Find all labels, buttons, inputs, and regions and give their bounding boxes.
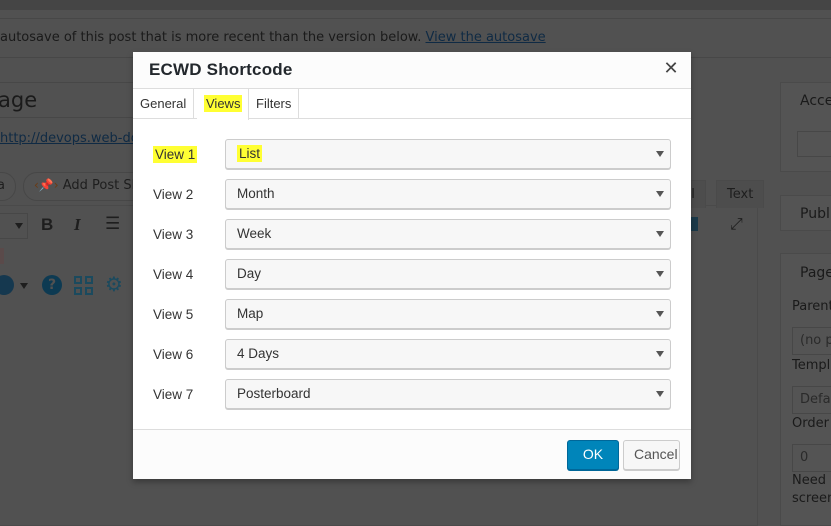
order-input[interactable]: 0 [792, 444, 831, 472]
view-select-value: Week [237, 226, 272, 241]
view-label: View 1 [153, 146, 198, 163]
view-select-value: List [237, 145, 263, 162]
bulleted-list-icon[interactable]: ☰ [105, 214, 120, 234]
add-media-button[interactable]: a [0, 172, 16, 201]
dialog-tabs: General Views Filters [133, 89, 691, 120]
sidebar-box-page-title: Page [800, 265, 831, 281]
add-media-label: a [0, 178, 5, 193]
view-autosave-link[interactable]: View the autosave [426, 30, 546, 45]
chevron-down-icon [656, 391, 664, 397]
cancel-button[interactable]: Cancel [623, 440, 680, 470]
view-select[interactable]: Week [225, 219, 671, 249]
tab-general-label: General [140, 96, 187, 111]
view-label: View 7 [153, 387, 194, 402]
sidebar-box-publish-title[interactable]: Publi [800, 206, 831, 222]
pin-icon: ‹📌› [34, 178, 59, 192]
help-icon[interactable]: ? [42, 275, 62, 295]
admin-bar [0, 0, 831, 10]
view-select[interactable]: Day [225, 259, 671, 289]
parent-select[interactable]: (no pa [792, 327, 831, 355]
chevron-down-icon [656, 231, 664, 237]
close-icon[interactable]: ✕ [663, 60, 679, 78]
chevron-down-icon[interactable] [20, 283, 28, 289]
view-label: View 3 [153, 227, 194, 242]
tab-filters[interactable]: Filters [249, 89, 300, 119]
template-label: Templa [792, 358, 831, 373]
tab-general[interactable]: General [133, 89, 195, 119]
tab-filters-label: Filters [256, 96, 292, 111]
view-row: View 1 List [133, 139, 691, 171]
editor-tab-text-label: Text [727, 187, 754, 202]
format-select[interactable] [0, 213, 28, 239]
order-label: Order [792, 416, 829, 431]
view-row: View 5 Map [133, 299, 691, 331]
autosave-notice-message: autosave of this post that is more recen… [0, 30, 422, 45]
autosave-notice-text: autosave of this post that is more recen… [0, 30, 546, 45]
ok-button[interactable]: OK [567, 440, 619, 470]
sidebar-box-access-title: Acce [800, 93, 831, 109]
view-label: View 5 [153, 307, 194, 322]
color-swatch [0, 248, 4, 264]
help-text-line1: Need h [792, 473, 831, 488]
view-row: View 4 Day [133, 259, 691, 291]
view-label: View 6 [153, 347, 194, 362]
chevron-down-icon [15, 223, 23, 229]
view-select[interactable]: Map [225, 299, 671, 329]
view-select[interactable]: Month [225, 179, 671, 209]
chevron-down-icon [656, 151, 664, 157]
gear-icon[interactable]: ⚙ [105, 272, 123, 296]
view-label: View 2 [153, 187, 194, 202]
chevron-down-icon [656, 191, 664, 197]
view-row: View 2 Month [133, 179, 691, 211]
editor-tab-text[interactable]: Text [716, 180, 765, 208]
dialog-title: ECWD Shortcode [149, 60, 293, 79]
parent-label: Parent [792, 299, 831, 314]
view-select-value: Day [237, 266, 262, 281]
view-label-text: View 1 [153, 146, 198, 163]
dialog-footer: OK Cancel [133, 429, 691, 479]
view-select[interactable]: 4 Days [225, 339, 671, 369]
chevron-down-icon [656, 271, 664, 277]
view-select-value: Month [237, 186, 275, 201]
tab-views[interactable]: Views [197, 89, 249, 120]
view-select-value: Posterboard [237, 386, 311, 401]
view-select[interactable]: Posterboard [225, 379, 671, 409]
chevron-down-icon [656, 311, 664, 317]
view-row: View 6 4 Days [133, 339, 691, 371]
sidebar-access-field[interactable] [797, 131, 831, 157]
ecwd-shortcode-dialog: ECWD Shortcode ✕ General Views Filters V… [133, 52, 691, 479]
dialog-header: ECWD Shortcode ✕ [133, 52, 691, 89]
view-label: View 4 [153, 267, 194, 282]
chevron-down-icon [656, 351, 664, 357]
bold-icon[interactable]: B [41, 215, 53, 235]
view-select-value: Map [237, 306, 264, 321]
italic-icon[interactable]: I [74, 215, 81, 235]
view-select-value-text: List [237, 145, 263, 162]
view-select[interactable]: List [225, 139, 671, 169]
post-title-text: age [0, 88, 38, 112]
template-select[interactable]: Defau [792, 386, 831, 414]
view-row: View 3 Week [133, 219, 691, 251]
tab-views-label: Views [204, 95, 243, 112]
help-text-line2: screen [792, 491, 831, 506]
views-panel: View 1 List View 2 Month View 3 Week Vie… [133, 119, 691, 429]
grid-icon[interactable] [74, 276, 94, 296]
view-row: View 7 Posterboard [133, 379, 691, 411]
fullscreen-icon[interactable]: ⤢ [730, 214, 743, 234]
view-select-value: 4 Days [237, 346, 280, 361]
